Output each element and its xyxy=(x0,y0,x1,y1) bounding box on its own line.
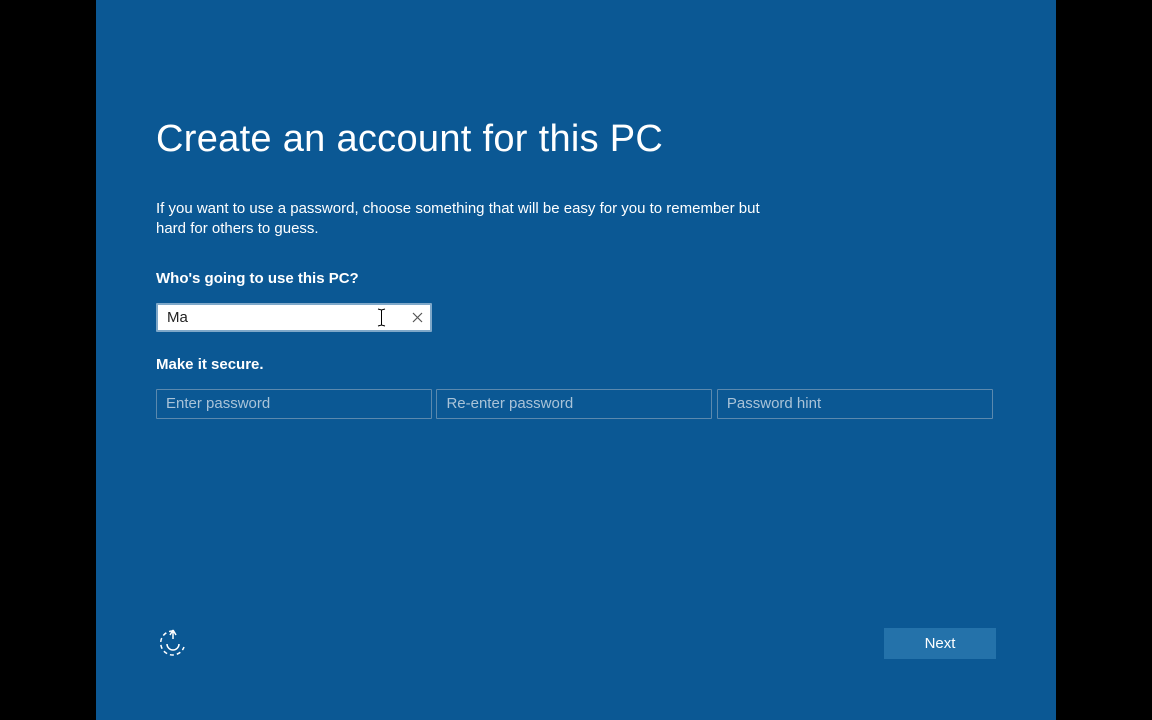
username-field-wrap xyxy=(156,303,432,332)
clear-username-button[interactable] xyxy=(407,307,427,327)
bottom-bar: Next xyxy=(96,626,1056,660)
page-title: Create an account for this PC xyxy=(156,118,996,161)
setup-screen: Create an account for this PC If you wan… xyxy=(96,0,1056,720)
ease-of-access-icon xyxy=(157,627,189,659)
page-description: If you want to use a password, choose so… xyxy=(156,199,776,240)
content-area: Create an account for this PC If you wan… xyxy=(96,0,1056,430)
password-input[interactable] xyxy=(156,389,432,419)
close-icon xyxy=(412,312,423,323)
ease-of-access-button[interactable] xyxy=(156,626,190,660)
username-section-label: Who's going to use this PC? xyxy=(156,270,996,287)
next-button[interactable]: Next xyxy=(884,628,996,659)
reenter-password-input[interactable] xyxy=(436,389,712,419)
password-hint-input[interactable] xyxy=(717,389,993,419)
password-section-label: Make it secure. xyxy=(156,356,996,373)
username-input[interactable] xyxy=(156,303,432,332)
